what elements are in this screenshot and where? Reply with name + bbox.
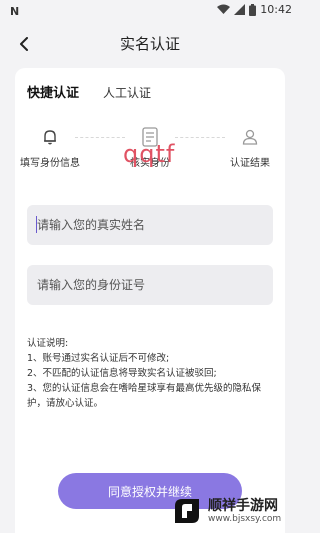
- id-number-input[interactable]: [27, 265, 273, 305]
- verification-card: 快捷认证 人工认证 填写身份信息 核实身份 认证结果 qqtf 认证说: [15, 68, 285, 533]
- bell-icon: [44, 130, 56, 145]
- wifi-icon: [217, 4, 231, 14]
- notification-icon: N: [10, 5, 20, 18]
- watermark-text: qqtf: [123, 140, 176, 168]
- signal-icon: [234, 4, 246, 15]
- step-label: 填写身份信息: [20, 158, 80, 169]
- brand-name: 顺祥手游网: [208, 498, 278, 514]
- brand-url: www.bjsxsy.com: [208, 514, 282, 524]
- verification-notes: 认证说明: 1、账号通过实名认证后不可修改; 2、不匹配的认证信息将导致实名认证…: [27, 336, 277, 411]
- real-name-input[interactable]: [27, 205, 273, 245]
- tab-quick-verify[interactable]: 快捷认证: [27, 82, 79, 101]
- brand-watermark: 顺祥手游网 www.bjsxsy.com: [170, 492, 298, 532]
- note-item: 1、账号通过实名认证后不可修改;: [27, 353, 170, 364]
- step-fill-info: 填写身份信息: [5, 126, 95, 169]
- status-time: 10:42: [260, 3, 292, 16]
- battery-icon: [249, 3, 257, 16]
- text-cursor: [36, 216, 37, 233]
- step-result: 认证结果: [205, 126, 295, 169]
- notes-title: 认证说明:: [27, 338, 69, 349]
- page-title: 实名认证: [119, 35, 180, 53]
- note-item: 3、您的认证信息会在嗜哈星球享有最高优先级的隐私保护，请放心认证。: [27, 383, 262, 409]
- note-item: 2、不匹配的认证信息将导致实名认证被驳回;: [27, 368, 217, 379]
- person-icon: [242, 129, 258, 145]
- brand-logo-icon: [175, 499, 199, 523]
- title-bar: 实名认证: [0, 24, 300, 64]
- tab-manual-verify[interactable]: 人工认证: [103, 84, 151, 101]
- tab-bar: 快捷认证 人工认证: [27, 82, 151, 101]
- status-bar: N 10:42: [0, 0, 300, 24]
- step-label: 认证结果: [230, 158, 270, 169]
